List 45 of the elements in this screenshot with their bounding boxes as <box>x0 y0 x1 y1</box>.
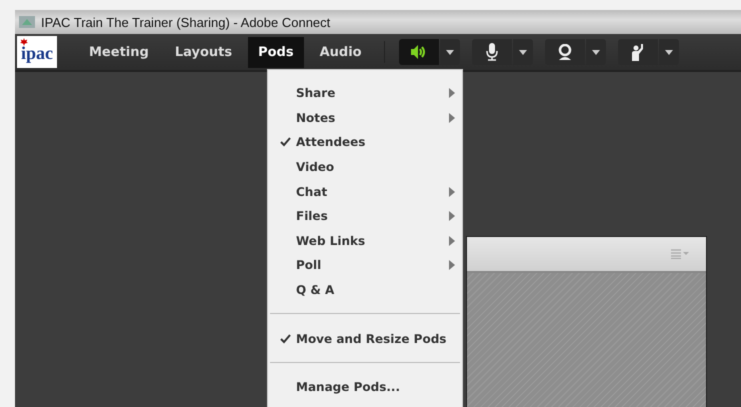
caret-icon <box>592 50 600 54</box>
menu-option-label: Q & A <box>296 283 334 298</box>
menu-option[interactable]: Web Links <box>268 228 462 254</box>
microphone-button[interactable] <box>472 39 512 65</box>
menu-option-label: Notes <box>296 110 336 125</box>
menu-item[interactable]: Audio <box>310 36 372 68</box>
menu-option-label: Attendees <box>296 135 366 150</box>
dropdown-button[interactable] <box>512 39 533 65</box>
app-icon <box>19 16 35 28</box>
menu-item[interactable]: Pods <box>248 36 304 68</box>
menu-item[interactable]: Meeting <box>79 36 159 68</box>
menu-option[interactable]: Video <box>268 154 462 180</box>
menu-option-label: Files <box>296 209 328 224</box>
menu-option[interactable]: Files <box>268 204 462 229</box>
menu-option-label: Web Links <box>296 234 366 248</box>
menu-option-label: Move and Resize Pods <box>296 332 446 346</box>
caret-icon <box>664 50 673 54</box>
dropdown-button[interactable] <box>658 39 679 65</box>
speaker-button[interactable] <box>398 39 439 65</box>
menu-option[interactable]: Notes <box>268 106 462 130</box>
dropdown-button[interactable] <box>586 39 606 65</box>
caret-icon <box>518 50 527 54</box>
window-title: IPAC Train The Trainer (Sharing) - Adobe Connect <box>41 14 330 30</box>
menu-option[interactable]: Poll <box>268 253 462 278</box>
webcam-button[interactable] <box>544 39 585 65</box>
dropdown-button[interactable] <box>440 39 460 65</box>
menu-option[interactable]: Share <box>268 81 462 106</box>
menu-option[interactable]: Attendees <box>268 130 462 155</box>
menu-option[interactable]: Q & A <box>268 278 462 302</box>
menu-option[interactable]: Move and Resize Pods <box>268 326 462 351</box>
menu-option[interactable]: Manage Pods... <box>268 374 462 400</box>
menu-option[interactable]: Chat <box>268 179 462 204</box>
raise-hand-button[interactable] <box>618 39 658 65</box>
menu-option-label: Video <box>296 160 334 174</box>
speaker-icon <box>410 44 428 60</box>
menu-option-label: Chat <box>296 184 328 199</box>
menu-item[interactable]: Layouts <box>164 36 242 68</box>
caret-icon <box>446 50 454 54</box>
menu-option-label: Manage Pods... <box>296 380 400 394</box>
logo-text: ipac <box>20 42 53 64</box>
raised-hand-icon <box>630 43 646 61</box>
menu-option-label: Poll <box>296 258 322 272</box>
microphone-icon <box>484 43 499 61</box>
maple-leaf-icon <box>20 38 28 46</box>
menu-option-label: Share <box>296 86 336 100</box>
